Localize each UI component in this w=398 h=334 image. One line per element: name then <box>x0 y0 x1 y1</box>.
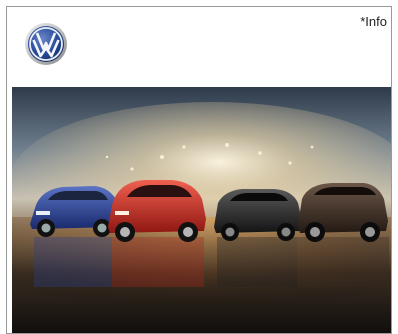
ad-banner[interactable]: *Info <box>6 6 392 334</box>
ad-header: *Info <box>7 7 391 84</box>
hero-image-car-lineup[interactable] <box>12 87 391 333</box>
info-link[interactable]: *Info <box>360 14 387 29</box>
vw-logo-icon[interactable] <box>24 22 68 66</box>
